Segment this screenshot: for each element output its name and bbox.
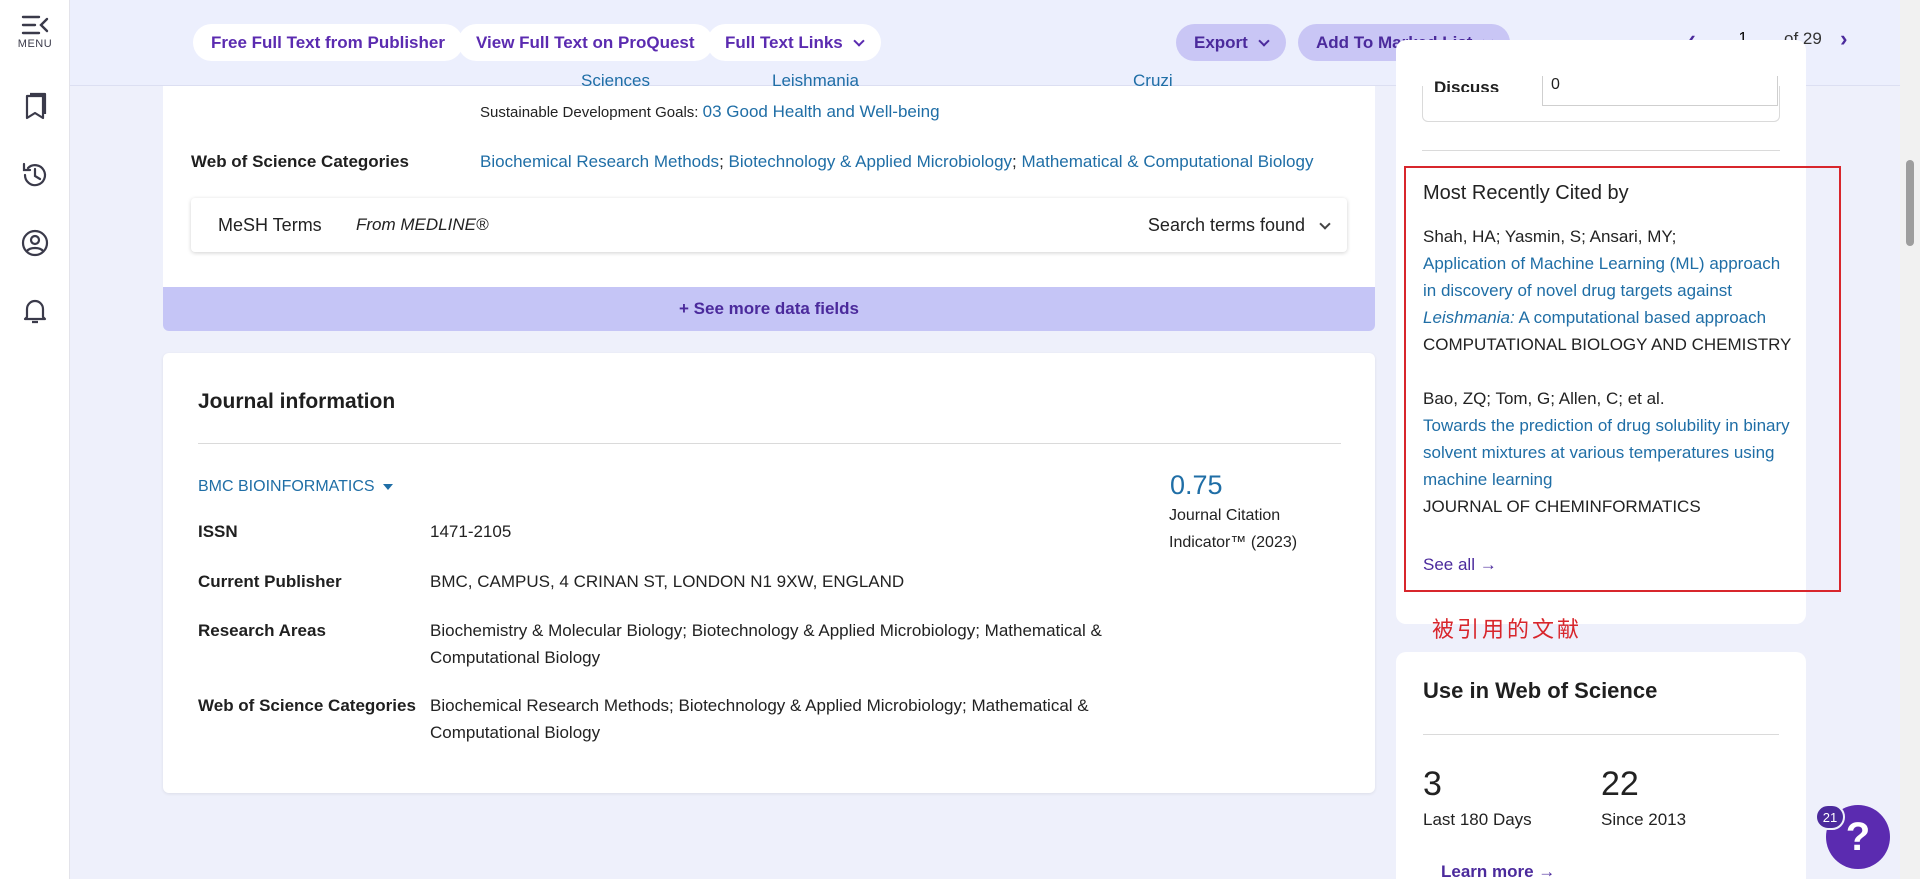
citing-journal: COMPUTATIONAL BIOLOGY AND CHEMISTRY <box>1423 335 1792 354</box>
journal-row-value: Biochemistry & Molecular Biology; Biotec… <box>430 621 1102 667</box>
wos-category-link[interactable]: Mathematical & Computational Biology <box>1021 152 1313 171</box>
chevron-down-icon <box>1258 34 1270 47</box>
wos-category-link[interactable]: Biochemical Research Methods <box>480 152 719 171</box>
mesh-status: Search terms found <box>1147 215 1331 236</box>
chevron-down-icon <box>1319 217 1331 230</box>
citing-journal: JOURNAL OF CHEMINFORMATICS <box>1423 497 1701 516</box>
chevron-down-icon <box>853 34 865 47</box>
usage-label: Last 180 Days <box>1423 810 1532 829</box>
cut-keyword-link[interactable]: Leishmania <box>772 74 859 88</box>
free-full-text-button[interactable]: Free Full Text from Publisher <box>193 24 463 61</box>
scrollbar-thumb[interactable] <box>1906 160 1914 246</box>
bookmark-icon <box>25 92 47 120</box>
history-icon <box>22 162 47 187</box>
divider <box>1423 734 1779 735</box>
mesh-source: From MEDLINE® <box>356 215 489 234</box>
wos-categories-values: Biochemical Research Methods; Biotechnol… <box>480 152 1314 171</box>
citing-item: Shah, HA; Yasmin, S; Ansari, MY; Applica… <box>1423 223 1793 358</box>
citing-title-italic: Leishmania: <box>1423 308 1515 327</box>
profile-nav[interactable] <box>0 228 70 258</box>
notification-badge: 21 <box>1815 804 1845 830</box>
journal-row-label: Current Publisher <box>198 572 342 591</box>
citing-title-link[interactable]: Towards the prediction of drug solubilit… <box>1423 416 1790 489</box>
see-more-data-fields-button[interactable]: + See more data fields <box>163 287 1375 331</box>
usage-count: 22 <box>1601 765 1639 803</box>
next-page-button[interactable]: › <box>1834 24 1854 54</box>
mesh-status-label: Search terms found <box>1147 215 1305 235</box>
marked-list-nav[interactable] <box>0 92 70 122</box>
journal-name-dropdown[interactable]: BMC BIOINFORMATICS <box>198 478 393 496</box>
citing-title-rest: A computational based approach <box>1514 308 1767 327</box>
sdg-label: Sustainable Development Goals: <box>480 104 699 121</box>
export-label: Export <box>1194 32 1248 52</box>
citing-item: Bao, ZQ; Tom, G; Allen, C; et al. Toward… <box>1423 385 1793 520</box>
journal-name: BMC BIOINFORMATICS <box>198 478 375 495</box>
journal-row-label: ISSN <box>198 522 238 541</box>
wos-category-link[interactable]: Biotechnology & Applied Microbiology <box>729 152 1013 171</box>
menu-icon <box>21 15 49 35</box>
sdg-link[interactable]: 03 Good Health and Well-being <box>703 102 940 121</box>
export-dropdown[interactable]: Export <box>1176 24 1286 61</box>
menu-label: MENU <box>17 38 53 50</box>
menu-button[interactable]: MENU <box>0 14 70 50</box>
history-nav[interactable] <box>0 160 70 190</box>
discuss-label: Discuss <box>1434 78 1500 92</box>
jci-label: Journal Citation Indicator™ (2023) <box>1169 507 1298 551</box>
journal-row-label: Web of Science Categories <box>198 696 416 715</box>
learn-more-link[interactable]: Learn more → <box>1441 862 1555 879</box>
citing-title: Towards the prediction of drug solubilit… <box>1423 416 1790 489</box>
journal-row-value: 1471-2105 <box>430 522 512 541</box>
journal-row-value: Biochemical Research Methods; Biotechnol… <box>430 696 1089 742</box>
divider <box>198 443 1341 444</box>
journal-row-label: Research Areas <box>198 621 326 640</box>
citing-title-link[interactable]: Application of Machine Learning (ML) app… <box>1423 254 1780 327</box>
mesh-terms-accordion[interactable]: MeSH Terms From MEDLINE® Search terms fo… <box>191 198 1347 252</box>
jci-value: 0.75 <box>1170 470 1223 500</box>
cut-keyword-link[interactable]: Sciences <box>581 74 650 88</box>
cut-keyword-link[interactable]: Cruzi <box>1133 74 1173 88</box>
most-recently-cited-title: Most Recently Cited by <box>1423 182 1629 204</box>
annotation-note: 被引用的文献 <box>1432 618 1583 643</box>
journal-row-value: BMC, CAMPUS, 4 CRINAN ST, LONDON N1 9XW,… <box>430 572 905 591</box>
mesh-title: MeSH Terms <box>218 215 322 235</box>
usage-label: Since 2013 <box>1601 810 1687 829</box>
citing-title: Application of Machine Learning (ML) app… <box>1423 254 1781 300</box>
sdg-row: Sustainable Development Goals: 03 Good H… <box>480 102 940 122</box>
user-icon <box>21 229 49 257</box>
divider <box>1422 150 1780 151</box>
discuss-count: 0 <box>1542 76 1778 106</box>
alerts-nav[interactable] <box>0 296 70 326</box>
use-in-wos-title: Use in Web of Science <box>1423 678 1658 703</box>
see-all-link[interactable]: See all → <box>1423 555 1497 575</box>
full-text-links-label: Full Text Links <box>725 32 843 52</box>
view-proquest-button[interactable]: View Full Text on ProQuest <box>458 24 713 61</box>
wos-categories-label: Web of Science Categories <box>191 152 409 171</box>
usage-stat: 3 Last 180 Days <box>1423 765 1532 830</box>
left-rail: MENU <box>0 0 70 879</box>
citing-authors: Bao, ZQ; Tom, G; Allen, C; et al. <box>1423 389 1665 408</box>
page-scrollbar[interactable] <box>1900 0 1920 879</box>
usage-count: 3 <box>1423 765 1442 803</box>
bell-icon <box>23 299 47 324</box>
help-icon: ? <box>1845 814 1871 859</box>
caret-down-icon <box>382 484 393 490</box>
full-text-links-dropdown[interactable]: Full Text Links <box>707 24 881 61</box>
usage-stat: 22 Since 2013 <box>1601 765 1686 830</box>
journal-information-title: Journal information <box>198 390 396 413</box>
citing-authors: Shah, HA; Yasmin, S; Ansari, MY; <box>1423 227 1677 246</box>
